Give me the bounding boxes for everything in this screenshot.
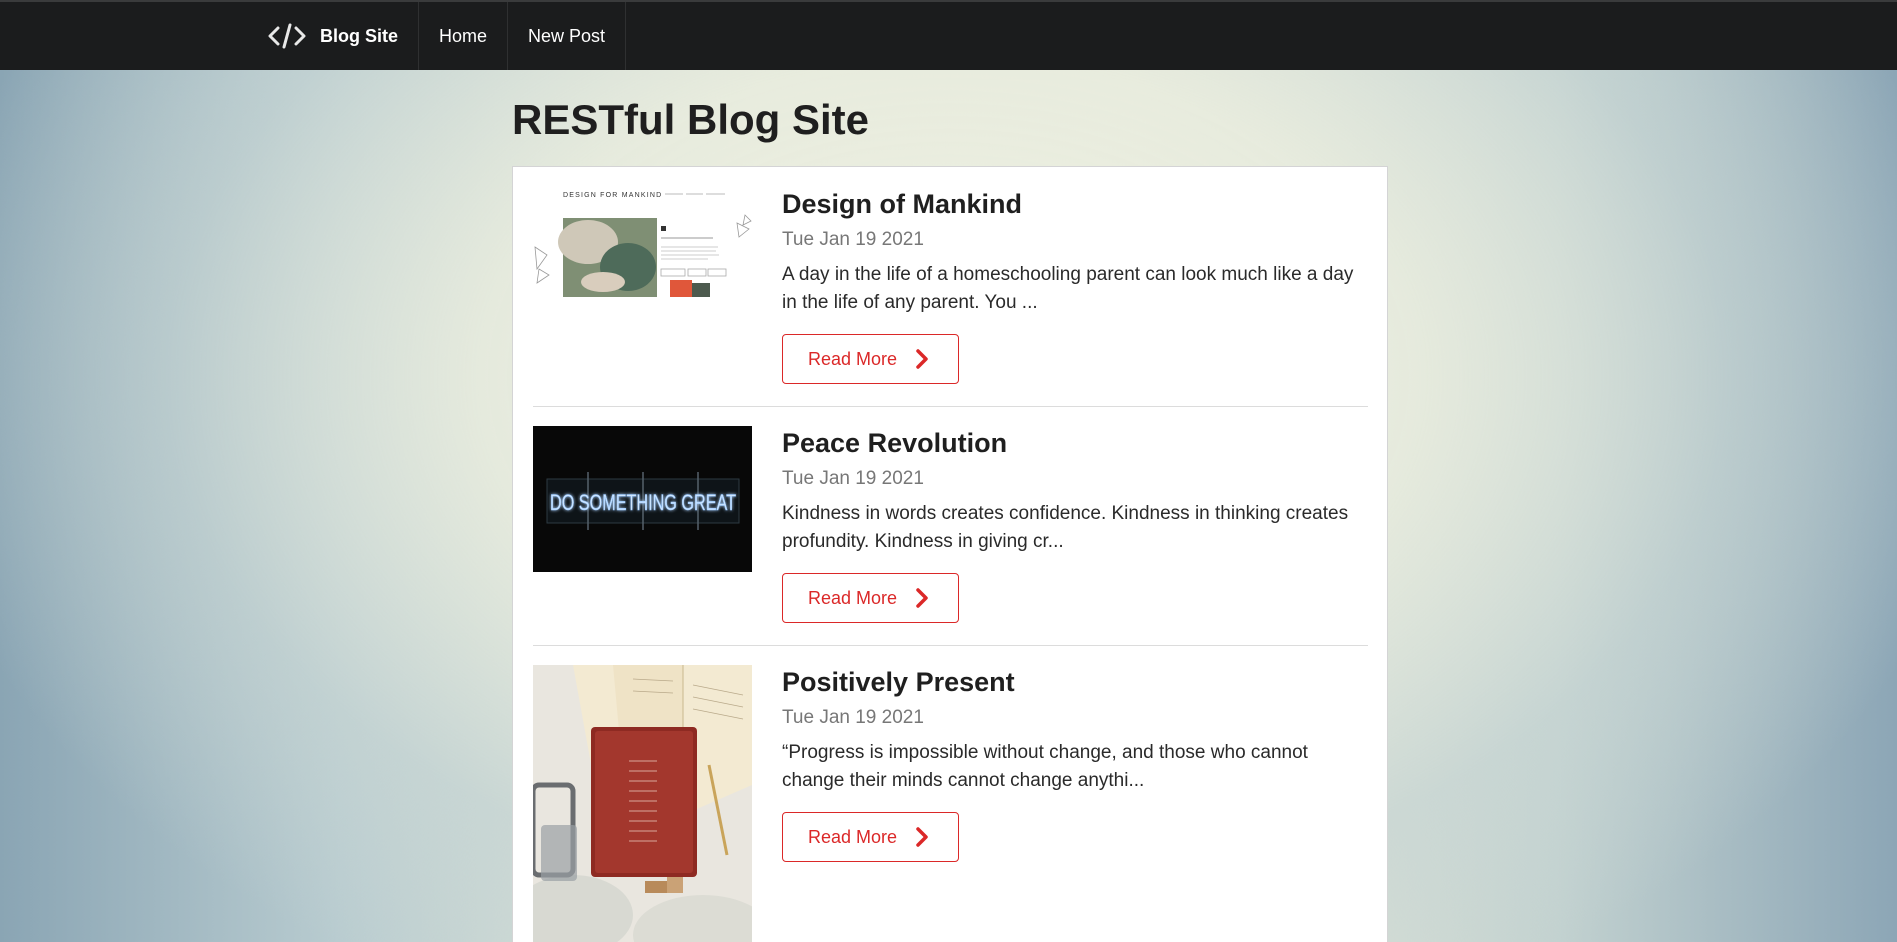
chevron-right-icon (915, 587, 929, 609)
post-content: Peace Revolution Tue Jan 19 2021 Kindnes… (782, 426, 1368, 623)
top-navbar: Blog Site Home New Post (0, 0, 1897, 70)
page-title: RESTful Blog Site (512, 96, 869, 143)
post-thumbnail[interactable]: DO SOMETHING GREAT (533, 426, 752, 572)
nav-home-link[interactable]: Home (419, 2, 509, 70)
post-item: Positively Present Tue Jan 19 2021 “Prog… (533, 665, 1368, 942)
brand-label: Blog Site (320, 25, 399, 46)
navbar-menu: Blog Site Home New Post (252, 2, 627, 70)
chevron-right-icon (915, 826, 929, 848)
post-title[interactable]: Peace Revolution (782, 426, 1368, 460)
post-excerpt: “Progress is impossible without change, … (782, 742, 1308, 791)
post-excerpt: Kindness in words creates confidence. Ki… (782, 503, 1349, 552)
brand-link[interactable]: Blog Site (252, 2, 420, 70)
post-item: DESIGN FOR MANKIND Design of Mankind Tue… (533, 187, 1368, 426)
post-content: Design of Mankind Tue Jan 19 2021 A day … (782, 187, 1368, 384)
thumbnail-header-text: DESIGN FOR MANKIND (563, 192, 662, 199)
post-excerpt: A day in the life of a homeschooling par… (782, 264, 1354, 313)
post-thumbnail[interactable]: DESIGN FOR MANKIND (533, 187, 752, 333)
thumbnail-sign-text: DO SOMETHING GREAT (550, 490, 736, 515)
post-item: DO SOMETHING GREAT Peace Revolution Tue … (533, 426, 1368, 665)
post-content: Positively Present Tue Jan 19 2021 “Prog… (782, 665, 1368, 862)
read-more-label: Read More (808, 587, 898, 608)
post-list: DESIGN FOR MANKIND Design of Mankind Tue… (512, 166, 1388, 942)
nav-new-post-link[interactable]: New Post (508, 2, 627, 70)
post-date: Tue Jan 19 2021 (782, 468, 924, 489)
read-more-button[interactable]: Read More (782, 334, 959, 384)
post-thumbnail[interactable] (533, 665, 752, 942)
post-title[interactable]: Design of Mankind (782, 187, 1368, 221)
post-divider (533, 645, 1368, 646)
code-icon (268, 22, 306, 50)
post-title[interactable]: Positively Present (782, 665, 1368, 699)
read-more-label: Read More (808, 348, 898, 369)
post-divider (533, 406, 1368, 407)
post-date: Tue Jan 19 2021 (782, 707, 924, 728)
chevron-right-icon (915, 348, 929, 370)
read-more-button[interactable]: Read More (782, 573, 959, 623)
read-more-label: Read More (808, 826, 898, 847)
post-date: Tue Jan 19 2021 (782, 229, 924, 250)
read-more-button[interactable]: Read More (782, 812, 959, 862)
